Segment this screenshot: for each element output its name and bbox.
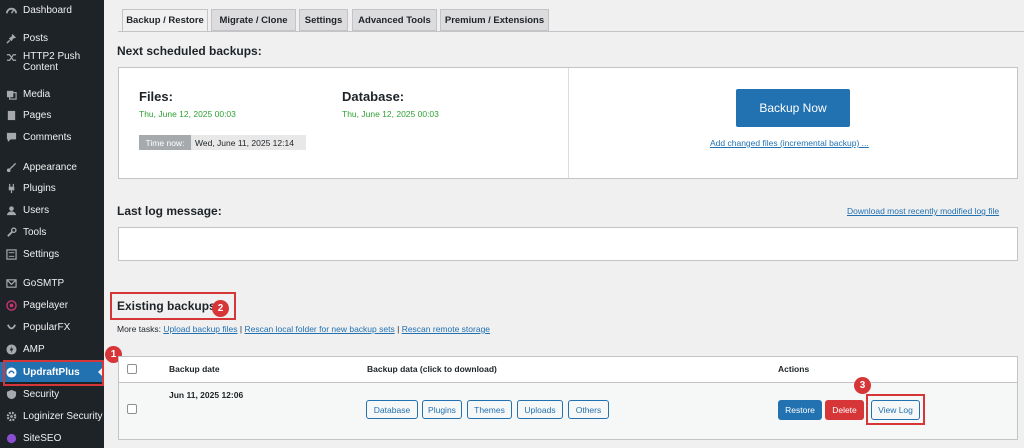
settings-icon (5, 248, 17, 260)
download-log-link[interactable]: Download most recently modified log file (847, 206, 999, 216)
tab-migrate-clone[interactable]: Migrate / Clone (211, 9, 296, 31)
download-others-button[interactable]: Others (568, 400, 609, 419)
time-now-value: Wed, June 11, 2025 12:14 (191, 135, 306, 150)
sidebar-item-dashboard[interactable]: Dashboard (0, 0, 104, 20)
brush-icon (5, 161, 17, 173)
files-next-time: Thu, June 12, 2025 00:03 (139, 109, 236, 119)
callout-box-view-log (866, 394, 925, 425)
select-all-checkbox[interactable] (127, 364, 137, 374)
download-plugins-button[interactable]: Plugins (422, 400, 462, 419)
backup-now-button[interactable]: Backup Now (736, 89, 850, 127)
download-database-button[interactable]: Database (366, 400, 418, 419)
rescan-local-folder-link[interactable]: Rescan local folder for new backup sets (244, 324, 394, 334)
col-header-data: Backup data (click to download) (367, 364, 497, 374)
popularfx-icon (5, 321, 17, 333)
scheduled-panel (118, 67, 1018, 179)
database-next-time: Thu, June 12, 2025 00:03 (342, 109, 439, 119)
sidebar-item-pages[interactable]: Pages (0, 105, 104, 125)
callout-badge-3: 3 (854, 377, 871, 394)
gear-icon (5, 410, 17, 422)
sidebar-item-popularfx[interactable]: PopularFX (0, 317, 104, 337)
more-tasks-label: More tasks: (117, 324, 161, 334)
sidebar-item-http2-push[interactable]: HTTP2 Push Content (0, 49, 104, 79)
mail-icon (5, 277, 17, 289)
upload-backup-files-link[interactable]: Upload backup files (163, 324, 237, 334)
sidebar-item-plugins[interactable]: Plugins (0, 178, 104, 198)
sidebar-item-posts[interactable]: Posts (0, 28, 104, 48)
restore-button[interactable]: Restore (778, 400, 822, 420)
time-now-label: Time now: (139, 135, 191, 150)
sidebar-item-security[interactable]: Security (0, 384, 104, 404)
dashboard-icon (5, 4, 17, 16)
separator: | (239, 324, 243, 334)
shuffle-icon (5, 51, 17, 63)
col-header-date: Backup date (169, 364, 220, 374)
delete-button[interactable]: Delete (825, 400, 864, 420)
more-tasks-row: More tasks: Upload backup files | Rescan… (117, 324, 490, 334)
amp-icon (5, 343, 17, 355)
wrench-icon (5, 226, 17, 238)
shield-icon (5, 388, 17, 400)
user-icon (5, 204, 17, 216)
rescan-remote-storage-link[interactable]: Rescan remote storage (402, 324, 490, 334)
tab-divider (118, 31, 1024, 32)
log-heading: Last log message: (117, 204, 222, 218)
files-label: Files: (139, 89, 173, 104)
incremental-backup-link[interactable]: Add changed files (incremental backup) .… (710, 138, 869, 148)
callout-badge-2: 2 (212, 300, 229, 317)
tab-backup-restore[interactable]: Backup / Restore (122, 9, 208, 32)
comment-icon (5, 131, 17, 143)
siteseo-icon (5, 432, 17, 444)
sidebar-item-settings[interactable]: Settings (0, 244, 104, 264)
sidebar-item-loginizer[interactable]: Loginizer Security (0, 406, 104, 426)
plug-icon (5, 182, 17, 194)
panel-divider (568, 68, 569, 178)
scheduled-heading: Next scheduled backups: (117, 44, 262, 58)
download-themes-button[interactable]: Themes (467, 400, 512, 419)
tab-settings[interactable]: Settings (299, 9, 348, 31)
tab-premium-extensions[interactable]: Premium / Extensions (440, 9, 549, 31)
col-header-actions: Actions (778, 364, 810, 374)
media-icon (5, 88, 17, 100)
tab-advanced-tools[interactable]: Advanced Tools (352, 9, 437, 31)
log-message-box (118, 227, 1018, 261)
sidebar-item-appearance[interactable]: Appearance (0, 157, 104, 177)
pin-icon (5, 32, 17, 44)
pages-icon (5, 109, 17, 121)
sidebar-item-gosmtp[interactable]: GoSMTP (0, 273, 104, 293)
sidebar-item-tools[interactable]: Tools (0, 222, 104, 242)
sidebar-item-media[interactable]: Media (0, 84, 104, 104)
callout-box-updraftplus (3, 360, 104, 386)
sidebar-item-siteseo[interactable]: SiteSEO (0, 428, 104, 448)
download-uploads-button[interactable]: Uploads (517, 400, 563, 419)
pagelayer-icon (5, 299, 17, 311)
sidebar-item-comments[interactable]: Comments (0, 127, 104, 147)
backup-date: Jun 11, 2025 12:06 (169, 390, 244, 400)
row-select-checkbox[interactable] (127, 404, 137, 414)
sidebar-item-amp[interactable]: AMP (0, 339, 104, 359)
sidebar-item-users[interactable]: Users (0, 200, 104, 220)
separator: | (397, 324, 400, 334)
sidebar-item-pagelayer[interactable]: Pagelayer (0, 295, 104, 315)
database-label: Database: (342, 89, 405, 104)
